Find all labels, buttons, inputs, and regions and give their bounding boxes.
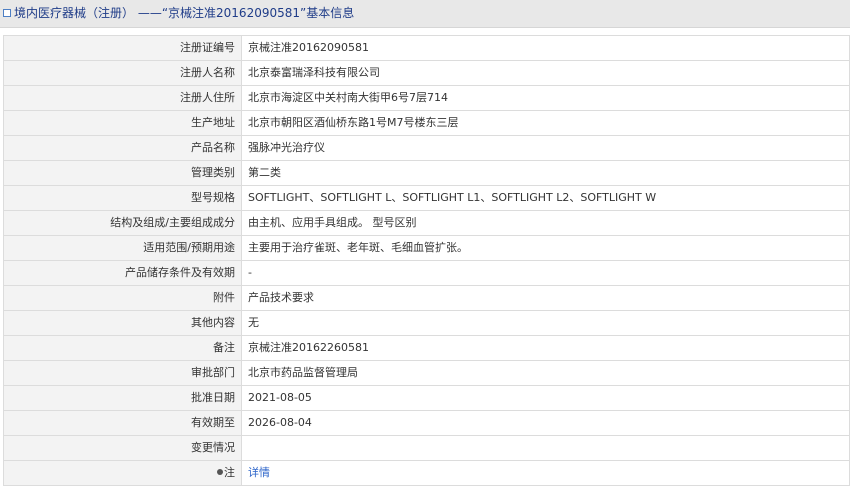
table-row-note: 注 详情	[3, 460, 850, 486]
field-label: 注册人名称	[3, 60, 242, 86]
field-label: 型号规格	[3, 185, 242, 211]
field-label: 适用范围/预期用途	[3, 235, 242, 261]
field-label: 批准日期	[3, 385, 242, 411]
field-value: 北京市海淀区中关村南大街甲6号7层714	[241, 85, 850, 111]
table-row: 型号规格 SOFTLIGHT、SOFTLIGHT L、SOFTLIGHT L1、…	[3, 185, 850, 211]
field-label: 注册人住所	[3, 85, 242, 111]
field-label: 产品名称	[3, 135, 242, 161]
field-label: 管理类别	[3, 160, 242, 186]
field-value: 京械注准20162260581	[241, 335, 850, 361]
field-value: 产品技术要求	[241, 285, 850, 311]
table-row: 产品储存条件及有效期 -	[3, 260, 850, 286]
field-label: 结构及组成/主要组成成分	[3, 210, 242, 236]
table-row: 注册人住所 北京市海淀区中关村南大街甲6号7层714	[3, 85, 850, 111]
table-row: 有效期至 2026-08-04	[3, 410, 850, 436]
field-value: 第二类	[241, 160, 850, 186]
table-row: 管理类别 第二类	[3, 160, 850, 186]
table-row: 批准日期 2021-08-05	[3, 385, 850, 411]
table-row: 结构及组成/主要组成成分 由主机、应用手具组成。 型号区别	[3, 210, 850, 236]
field-value: 强脉冲光治疗仪	[241, 135, 850, 161]
table-row: 审批部门 北京市药品监督管理局	[3, 360, 850, 386]
field-value: 主要用于治疗雀斑、老年斑、毛细血管扩张。	[241, 235, 850, 261]
field-value: 北京市药品监督管理局	[241, 360, 850, 386]
field-value: 无	[241, 310, 850, 336]
field-value	[241, 435, 850, 461]
field-label: 有效期至	[3, 410, 242, 436]
field-label: 备注	[3, 335, 242, 361]
field-label: 变更情况	[3, 435, 242, 461]
table-row: 注册人名称 北京泰富瑞泽科技有限公司	[3, 60, 850, 86]
table-row: 适用范围/预期用途 主要用于治疗雀斑、老年斑、毛细血管扩张。	[3, 235, 850, 261]
field-value: 北京泰富瑞泽科技有限公司	[241, 60, 850, 86]
table-row: 其他内容 无	[3, 310, 850, 336]
field-label: 附件	[3, 285, 242, 311]
details-link[interactable]: 详情	[248, 466, 270, 479]
field-label: 其他内容	[3, 310, 242, 336]
table-row: 变更情况	[3, 435, 850, 461]
field-label: 审批部门	[3, 360, 242, 386]
field-label: 生产地址	[3, 110, 242, 136]
field-label: 产品储存条件及有效期	[3, 260, 242, 286]
table-row: 生产地址 北京市朝阳区酒仙桥东路1号M7号楼东三层	[3, 110, 850, 136]
page-header: 境内医疗器械（注册） ——“京械注准20162090581”基本信息	[0, 0, 850, 28]
table-row: 产品名称 强脉冲光治疗仪	[3, 135, 850, 161]
field-value: SOFTLIGHT、SOFTLIGHT L、SOFTLIGHT L1、SOFTL…	[241, 185, 850, 211]
table-row: 注册证编号 京械注准20162090581	[3, 35, 850, 61]
field-value: 由主机、应用手具组成。 型号区别	[241, 210, 850, 236]
info-table: 注册证编号 京械注准20162090581 注册人名称 北京泰富瑞泽科技有限公司…	[3, 35, 850, 486]
document-icon	[3, 9, 11, 17]
field-value: 2021-08-05	[241, 385, 850, 411]
note-label: 注	[224, 466, 235, 479]
field-value: 北京市朝阳区酒仙桥东路1号M7号楼东三层	[241, 110, 850, 136]
table-row: 附件 产品技术要求	[3, 285, 850, 311]
note-value-cell: 详情	[241, 460, 850, 486]
field-label: 注册证编号	[3, 35, 242, 61]
field-value: 京械注准20162090581	[241, 35, 850, 61]
field-value: 2026-08-04	[241, 410, 850, 436]
field-value: -	[241, 260, 850, 286]
pin-icon	[217, 469, 223, 475]
note-label-cell: 注	[3, 460, 242, 486]
table-row: 备注 京械注准20162260581	[3, 335, 850, 361]
page-title: 境内医疗器械（注册） ——“京械注准20162090581”基本信息	[14, 6, 355, 20]
